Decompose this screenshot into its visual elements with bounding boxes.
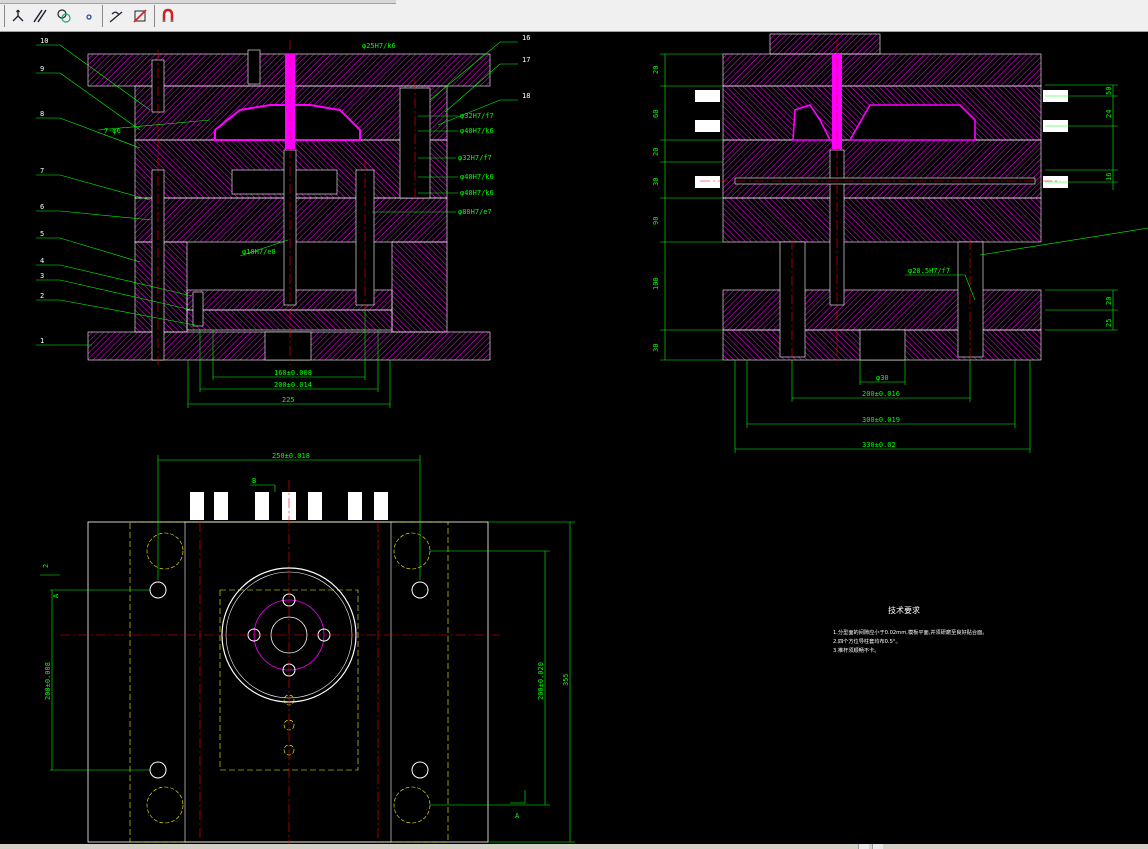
cad-toolbar	[0, 0, 1148, 32]
balloon-label: 8	[40, 110, 44, 118]
circles-button[interactable]	[54, 6, 74, 26]
parallel-lines-icon	[33, 9, 47, 23]
dimension-text: 300±0.019	[862, 416, 900, 424]
fit-callout: φ25H7/k6	[362, 42, 396, 50]
dimension-text: 90	[652, 217, 660, 225]
toolbar-separator	[102, 5, 103, 27]
notes-title: 技术要求	[888, 605, 920, 615]
fit-callout: φ40H7/k6	[460, 127, 494, 135]
dimension-text: 225	[282, 396, 295, 404]
tangent-icon	[109, 11, 123, 23]
plan-view: 250±0.018 B 2 A 200±0.008 200±0.020 355 …	[40, 452, 575, 844]
technical-requirements: 技术要求 1.分型面的间隙应小于0.02mm,模板平面,并须研磨至良好贴合面。 …	[833, 605, 987, 654]
magnet-snap-button[interactable]	[158, 6, 178, 26]
leader-label: 7-φ6	[104, 127, 121, 135]
dimension-text: 20	[652, 66, 660, 74]
toolbar-grip[interactable]	[4, 5, 5, 27]
no-snap-icon	[133, 9, 147, 23]
dimension-text: 60	[652, 110, 660, 118]
balloon-label: 9	[40, 65, 44, 73]
dimension-text: 200±0.008	[44, 662, 52, 700]
dimension-text: 250±0.018	[272, 452, 310, 460]
spacer-block-right	[391, 241, 448, 333]
dimension-text: 30	[652, 178, 660, 186]
toolbar-separator	[154, 5, 155, 27]
tangent-button[interactable]	[106, 6, 126, 26]
dimension-text: 20	[652, 148, 660, 156]
dimension-text: 24	[1105, 110, 1113, 118]
dimension-text: φ30	[876, 374, 889, 382]
dimension-text: 200±0.020	[537, 662, 545, 700]
dimension-text: 25	[1105, 319, 1113, 327]
point-icon	[86, 14, 92, 20]
notes-line: 2.四个方位导柱套均布0.5°。	[833, 637, 901, 645]
side-section-view: 20 60 20 30 90 100 30 50 24 16 20 25 φ20…	[652, 33, 1148, 453]
balloon-label: 17	[522, 56, 530, 64]
dimension-text: 30	[652, 344, 660, 352]
front-section-view: 10 9 8 7 6 5 4 3 2 1 16 17 18 7-φ6 φ25H7…	[36, 34, 530, 408]
balloon-label: 1	[40, 337, 44, 345]
balloon-label: 6	[40, 203, 44, 211]
parallel-button[interactable]	[30, 6, 50, 26]
balloon-label: 2	[40, 292, 44, 300]
dimension-text: 330±0.02	[862, 441, 896, 449]
dimension-text: 50	[1105, 87, 1113, 95]
balloon-label: 3	[40, 272, 44, 280]
notes-line: 1.分型面的间隙应小于0.02mm,模板平面,并须研磨至良好贴合面。	[833, 628, 987, 636]
fit-callout: φ40H7/k6	[460, 189, 494, 197]
ucs-icon	[12, 9, 24, 22]
balloon-label: 18	[522, 92, 530, 100]
point-button[interactable]	[78, 6, 98, 26]
balloon-label: 16	[522, 34, 530, 42]
dimension-text: 16	[1105, 173, 1113, 181]
dimension-text: 160±0.008	[274, 369, 312, 377]
layout-tab[interactable]	[872, 844, 883, 849]
balloon-label: 10	[40, 37, 48, 45]
section-mark: A	[515, 812, 520, 820]
balloon-label: 7	[40, 167, 44, 175]
fit-callout: φ40H7/k6	[460, 173, 494, 181]
section-mark: A	[52, 593, 60, 598]
no-snap-button[interactable]	[130, 6, 150, 26]
dimension-text: 100	[652, 277, 660, 290]
ejector-plate	[186, 309, 393, 331]
magnet-snap-icon	[162, 8, 174, 22]
drawing-canvas[interactable]: 10 9 8 7 6 5 4 3 2 1 16 17 18 7-φ6 φ25H7…	[0, 32, 1148, 844]
dimension-text: 355	[562, 673, 570, 686]
fit-callout: φ32H7/f7	[460, 112, 494, 120]
ucs-button[interactable]	[8, 6, 28, 26]
section-mark: B	[252, 477, 256, 485]
fit-callout: φ20.5H7/f7	[908, 267, 950, 275]
layout-tab[interactable]	[858, 844, 869, 849]
dimension-text: 200±0.016	[862, 390, 900, 398]
dimension-text: 20	[1105, 297, 1113, 305]
dimension-text: 200±0.014	[274, 381, 312, 389]
fit-callout: φ32H7/f7	[458, 154, 492, 162]
plate-outline	[87, 521, 489, 843]
balloon-label: 5	[40, 230, 44, 238]
toolbar-top-strip	[0, 0, 396, 4]
fit-callout: φ80H7/e7	[458, 208, 492, 216]
balloon-label: 4	[40, 257, 44, 265]
section-mark: 2	[42, 564, 50, 568]
circles-icon	[57, 9, 71, 23]
fit-callout: φ10H7/e8	[242, 248, 276, 256]
notes-line: 3.推杆须顺畅不卡。	[833, 646, 879, 654]
layout-tabs-bar	[0, 844, 1148, 849]
